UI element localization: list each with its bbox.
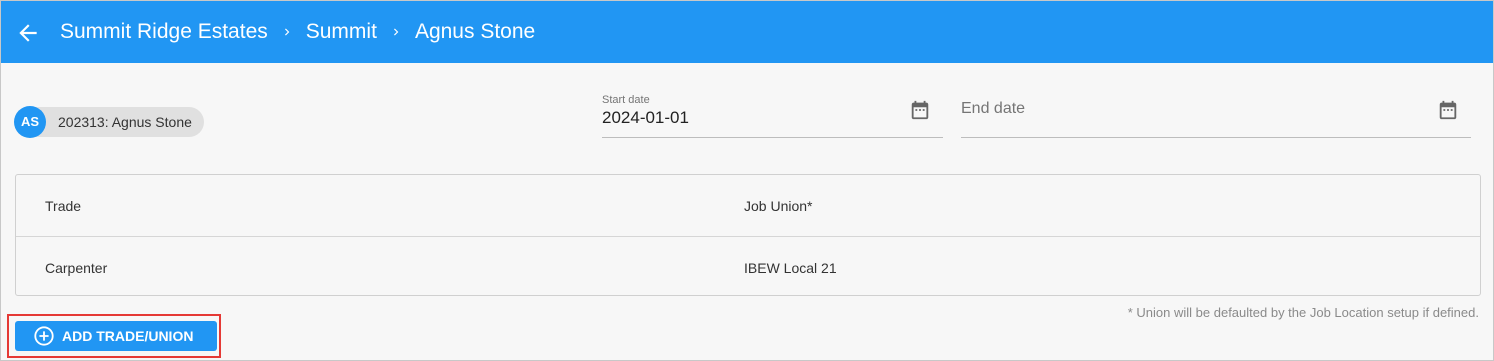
table-header-row: Trade Job Union* bbox=[16, 175, 1480, 235]
calendar-icon[interactable] bbox=[1437, 99, 1459, 121]
add-trade-union-button[interactable]: ADD TRADE/UNION bbox=[15, 321, 217, 351]
avatar: AS bbox=[14, 105, 46, 138]
job-union-cell[interactable]: IBEW Local 21 bbox=[744, 260, 837, 276]
highlight-box: ADD TRADE/UNION bbox=[7, 314, 221, 358]
column-header-job-union: Job Union* bbox=[744, 198, 813, 214]
trade-cell[interactable]: Carpenter bbox=[45, 260, 107, 276]
add-trade-union-label: ADD TRADE/UNION bbox=[62, 328, 194, 344]
end-date-field[interactable]: End date bbox=[961, 89, 1471, 138]
breadcrumb: Summit Ridge Estates Summit Agnus Stone bbox=[60, 1, 535, 63]
back-arrow-icon[interactable] bbox=[15, 20, 41, 46]
plus-circle-icon bbox=[33, 325, 55, 347]
table-row[interactable]: Carpenter IBEW Local 21 bbox=[16, 236, 1480, 297]
breadcrumb-location[interactable]: Summit bbox=[306, 20, 377, 44]
start-date-label: Start date bbox=[602, 94, 650, 106]
chevron-right-icon bbox=[280, 25, 294, 39]
end-date-placeholder[interactable]: End date bbox=[961, 100, 1025, 118]
chevron-right-icon bbox=[389, 25, 403, 39]
start-date-field[interactable]: Start date 2024-01-01 bbox=[602, 89, 943, 138]
calendar-icon[interactable] bbox=[909, 99, 931, 121]
employee-chip: AS 202313: Agnus Stone bbox=[14, 105, 204, 138]
breadcrumb-employee: Agnus Stone bbox=[414, 20, 536, 43]
app-header: Summit Ridge Estates Summit Agnus Stone bbox=[1, 1, 1493, 63]
column-header-trade: Trade bbox=[45, 198, 82, 214]
breadcrumb-project[interactable]: Summit Ridge Estates bbox=[60, 20, 268, 44]
employee-chip-label: 202313: Agnus Stone bbox=[58, 114, 192, 130]
union-default-note: * Union will be defaulted by the Job Loc… bbox=[1127, 305, 1479, 320]
start-date-value[interactable]: 2024-01-01 bbox=[602, 108, 689, 128]
trade-union-table: Trade Job Union* Carpenter IBEW Local 21 bbox=[15, 174, 1481, 296]
page-frame: Summit Ridge Estates Summit Agnus Stone … bbox=[0, 0, 1494, 361]
